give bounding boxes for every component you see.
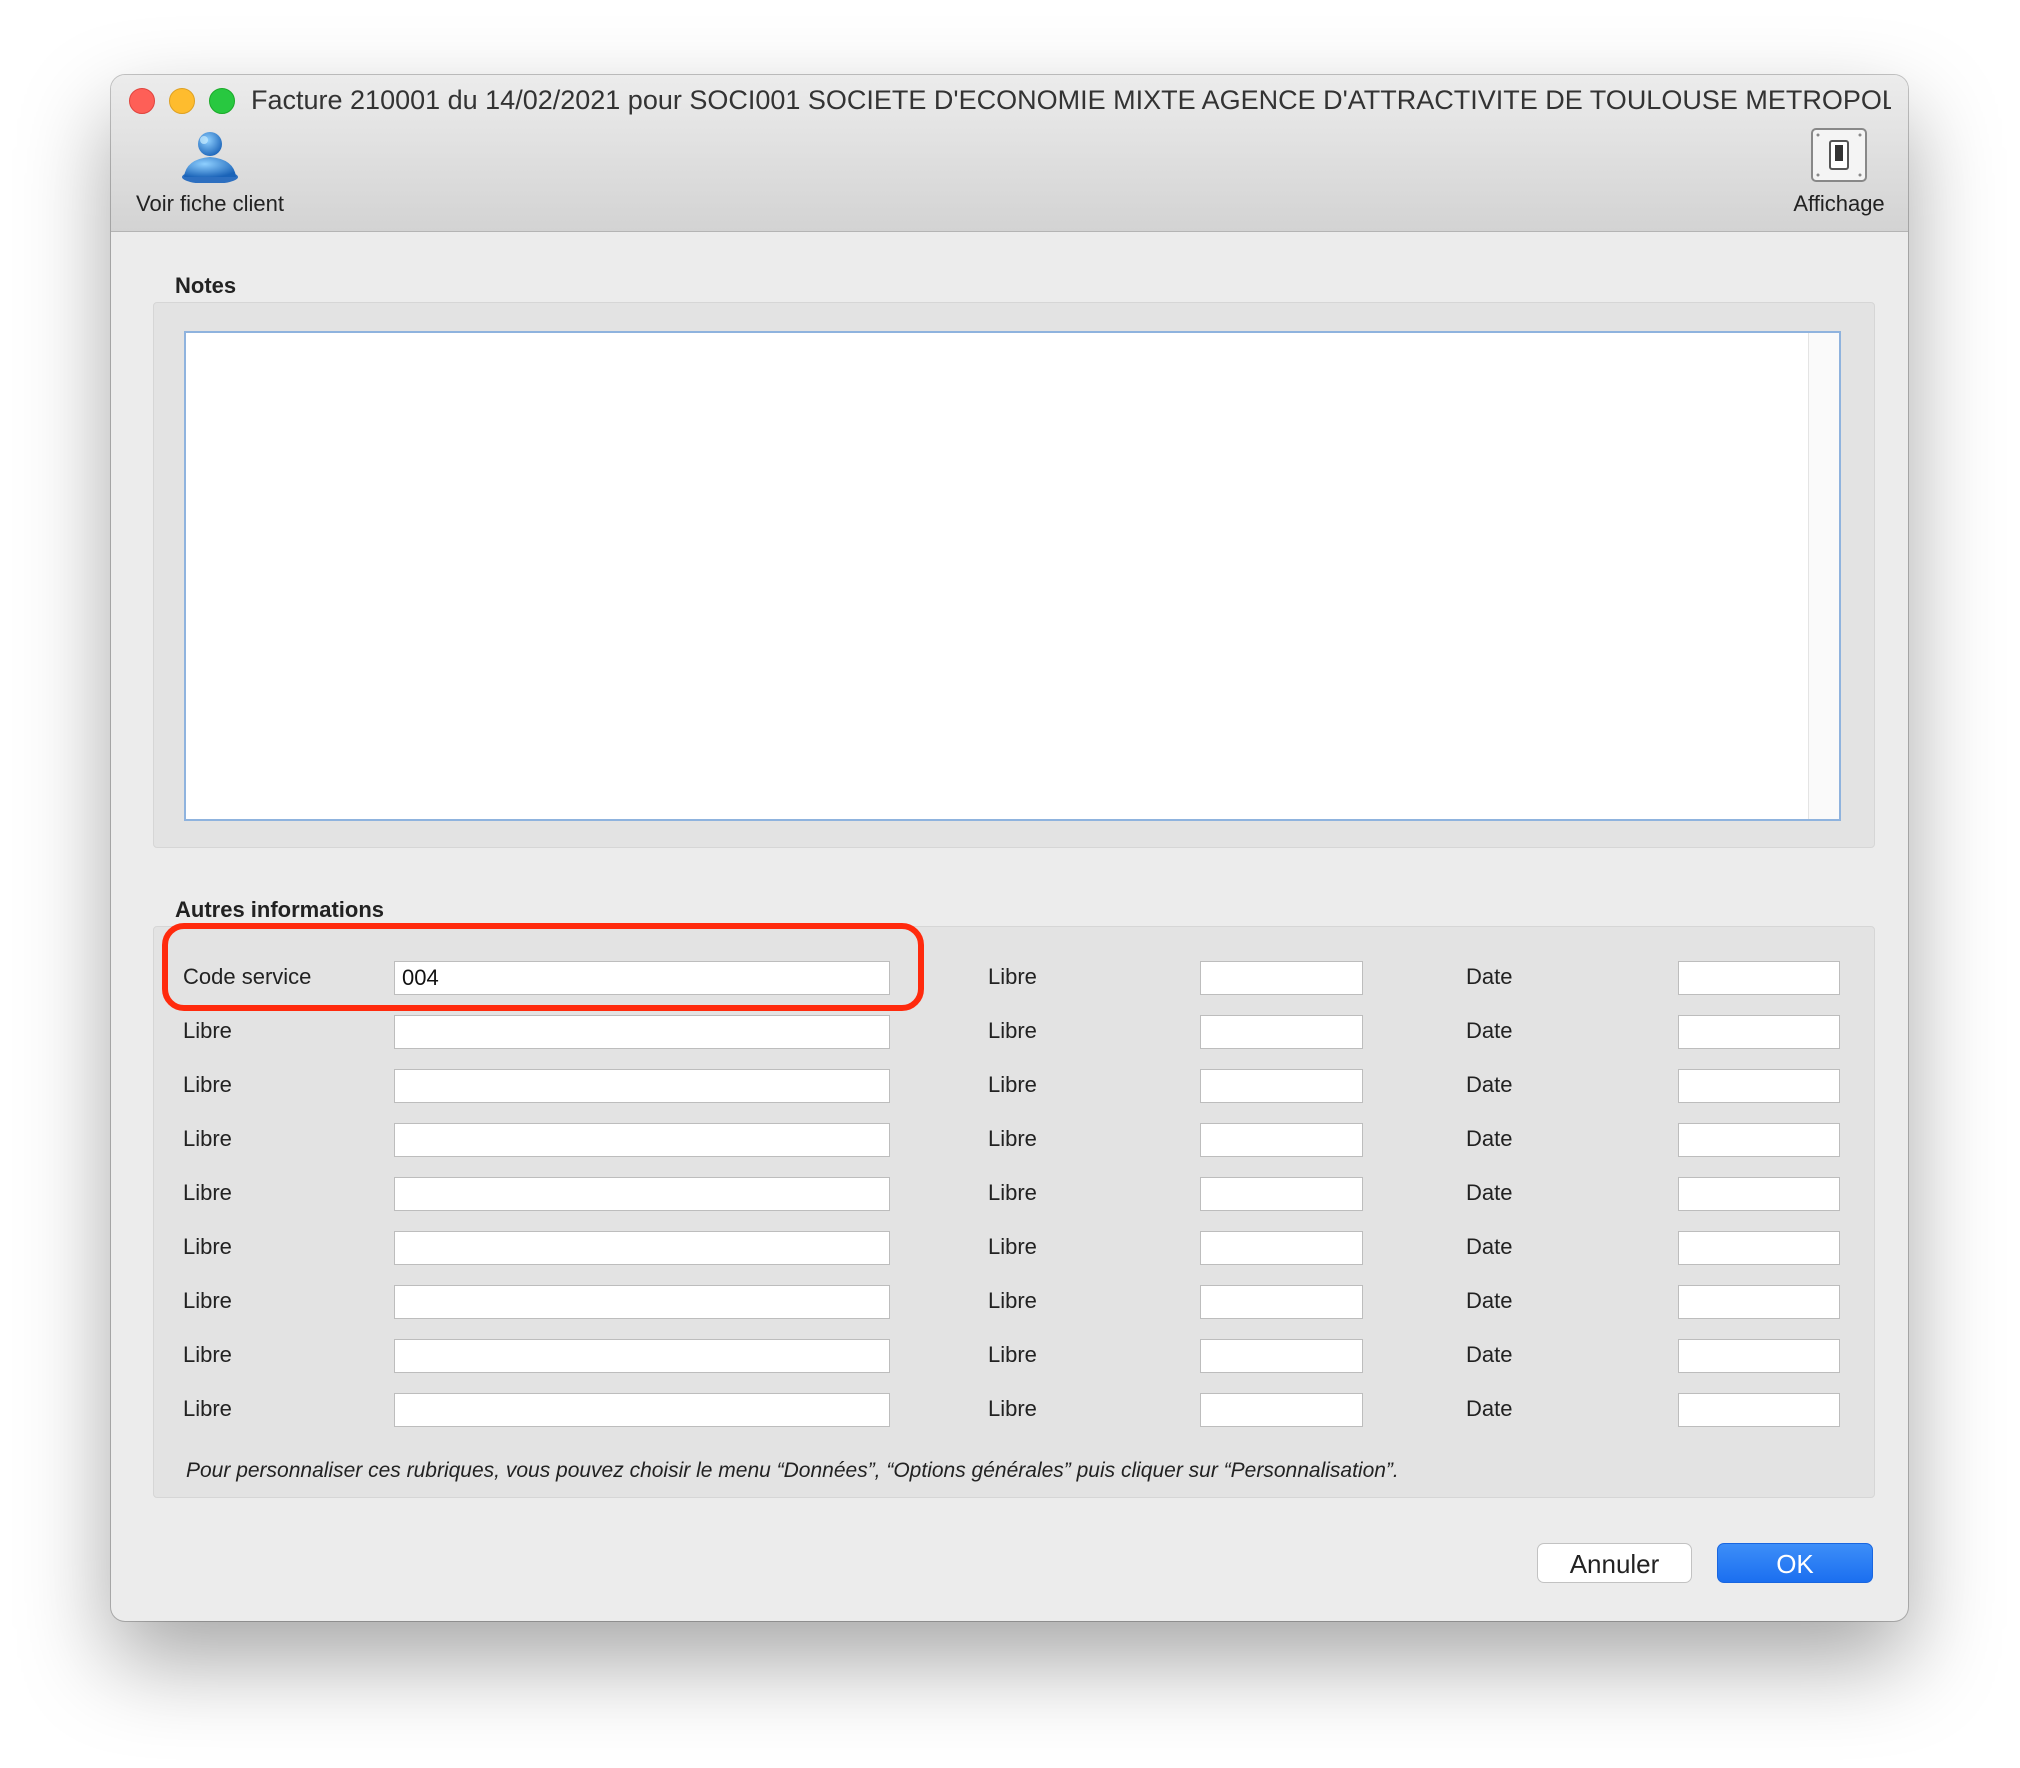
voir-fiche-client-button[interactable]: Voir fiche client: [125, 127, 295, 217]
notes-textarea[interactable]: [184, 331, 1841, 821]
ok-button[interactable]: OK: [1717, 1543, 1873, 1583]
libre-label: Libre: [183, 1180, 232, 1205]
libre-field[interactable]: [394, 1123, 890, 1157]
libre-label: Libre: [183, 1396, 232, 1421]
date-field[interactable]: [1678, 1069, 1840, 1103]
libre-field[interactable]: [1200, 1069, 1363, 1103]
libre-field[interactable]: [1200, 1339, 1363, 1373]
date-label: Date: [1466, 1072, 1513, 1097]
notes-panel: [153, 302, 1875, 848]
libre-label: Libre: [183, 1126, 232, 1151]
minimize-button[interactable]: [169, 88, 195, 114]
close-button[interactable]: [129, 88, 155, 114]
libre-field[interactable]: [394, 1393, 890, 1427]
libre-field[interactable]: [1200, 1231, 1363, 1265]
date-field[interactable]: [1678, 1393, 1840, 1427]
libre-label: Libre: [988, 964, 1037, 989]
date-field[interactable]: [1678, 961, 1840, 995]
date-field[interactable]: [1678, 1015, 1840, 1049]
date-label: Date: [1466, 1180, 1513, 1205]
date-label: Date: [1466, 1234, 1513, 1259]
libre-label: Libre: [988, 1126, 1037, 1151]
date-field[interactable]: [1678, 1285, 1840, 1319]
affichage-button[interactable]: Affichage: [1779, 127, 1899, 217]
libre-field[interactable]: [1200, 1123, 1363, 1157]
user-icon: [182, 132, 238, 183]
code-service-highlight: [162, 923, 924, 1011]
voir-fiche-client-label: Voir fiche client: [136, 191, 284, 216]
libre-label: Libre: [988, 1180, 1037, 1205]
autres-informations-title: Autres informations: [175, 897, 385, 922]
window-title: Facture 210001 du 14/02/2021 pour SOCI00…: [251, 85, 1891, 115]
notes-scrollbar[interactable]: [1808, 333, 1839, 819]
notes-title: Notes: [175, 273, 237, 298]
libre-label: Libre: [988, 1072, 1037, 1097]
libre-label: Libre: [183, 1018, 232, 1043]
libre-field[interactable]: [394, 1015, 890, 1049]
libre-label: Libre: [183, 1342, 232, 1367]
libre-label: Libre: [183, 1072, 232, 1097]
date-field[interactable]: [1678, 1339, 1840, 1373]
libre-label: Libre: [988, 1342, 1037, 1367]
libre-label: Libre: [988, 1288, 1037, 1313]
libre-field[interactable]: [1200, 1285, 1363, 1319]
date-field[interactable]: [1678, 1231, 1840, 1265]
libre-field[interactable]: [394, 1339, 890, 1373]
libre-field[interactable]: [1200, 1393, 1363, 1427]
libre-field[interactable]: [394, 1285, 890, 1319]
date-field[interactable]: [1678, 1177, 1840, 1211]
date-label: Date: [1466, 1018, 1513, 1043]
date-label: Date: [1466, 964, 1513, 989]
libre-label: Libre: [183, 1288, 232, 1313]
libre-label: Libre: [988, 1234, 1037, 1259]
libre-field[interactable]: [394, 1177, 890, 1211]
date-label: Date: [1466, 1342, 1513, 1367]
libre-field[interactable]: [1200, 1177, 1363, 1211]
libre-field[interactable]: [394, 1231, 890, 1265]
libre-label: Libre: [988, 1018, 1037, 1043]
date-label: Date: [1466, 1126, 1513, 1151]
date-label: Date: [1466, 1288, 1513, 1313]
affichage-label: Affichage: [1793, 191, 1885, 216]
libre-label: Libre: [988, 1396, 1037, 1421]
libre-label: Libre: [183, 1234, 232, 1259]
zoom-button[interactable]: [209, 88, 235, 114]
libre-field[interactable]: [1200, 961, 1363, 995]
libre-field[interactable]: [394, 1069, 890, 1103]
libre-field[interactable]: [1200, 1015, 1363, 1049]
personalization-hint: Pour personnaliser ces rubriques, vous p…: [186, 1459, 1399, 1482]
date-field[interactable]: [1678, 1123, 1840, 1157]
cancel-button[interactable]: Annuler: [1537, 1543, 1692, 1583]
titlebar: Facture 210001 du 14/02/2021 pour SOCI00…: [111, 75, 1908, 232]
switch-icon: [1811, 128, 1867, 182]
date-label: Date: [1466, 1396, 1513, 1421]
